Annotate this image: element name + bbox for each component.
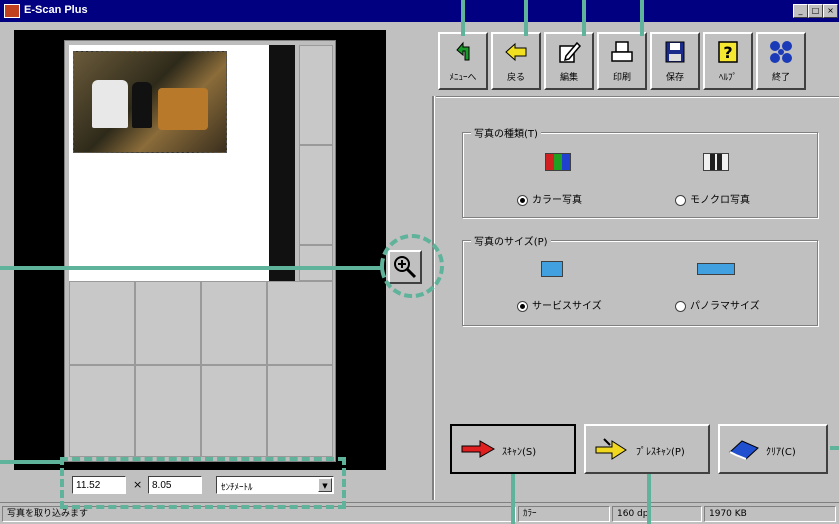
callout-line	[524, 0, 528, 36]
zoom-callout-circle	[380, 234, 444, 298]
divider	[436, 97, 839, 98]
window-title: E-Scan Plus	[24, 4, 88, 16]
photo-size-title: 写真のサイズ(P)	[471, 233, 551, 248]
callout-line	[647, 474, 651, 524]
color-photo-icon	[545, 153, 571, 171]
prescan-label: ﾌﾟﾚｽｷｬﾝ(P)	[636, 447, 685, 458]
grid-cell	[135, 281, 201, 365]
grid-cell	[299, 145, 333, 245]
toolbar-label: ﾒﾆｭｰへ	[449, 73, 477, 83]
title-bar[interactable]: E-Scan Plus _ □ ×	[0, 0, 839, 22]
menu-return-button[interactable]: ﾒﾆｭｰへ	[438, 32, 488, 90]
status-resolution: 160 dpi	[612, 506, 702, 522]
dark-horse-shape	[132, 82, 152, 128]
preview-dark-strip	[269, 45, 295, 281]
photo-type-title: 写真の種類(T)	[471, 125, 541, 140]
service-size-label: サービスサイズ	[532, 301, 602, 312]
photo-type-group: 写真の種類(T) カラー写真 モノクロ写真	[462, 125, 818, 218]
service-size-icon	[541, 261, 563, 277]
radio-selected-icon[interactable]	[517, 194, 528, 206]
panorama-size-option[interactable]: パノラマサイズ	[675, 297, 760, 312]
yellow-arrow-icon	[595, 438, 627, 460]
floppy-disk-icon	[665, 41, 685, 63]
toolbar-label: 終了	[771, 73, 790, 83]
toolbar-label: 編集	[559, 73, 578, 83]
service-size-option[interactable]: サービスサイズ	[517, 297, 602, 312]
scanner-window: E-Scan Plus _ □ × 11.52 × 8.05 ｾﾝﾁﾒｰﾄﾙ ▼…	[0, 0, 839, 524]
eraser-icon	[729, 440, 759, 460]
red-arrow-icon	[461, 440, 496, 458]
toolbar-label: 戻る	[506, 73, 525, 83]
minimize-button[interactable]: _	[793, 4, 808, 18]
color-photo-option[interactable]: カラー写真	[517, 191, 582, 206]
scan-preview-area[interactable]	[14, 30, 386, 470]
panorama-size-icon	[697, 263, 735, 275]
radio-selected-icon[interactable]	[517, 300, 528, 312]
grid-cell	[299, 45, 333, 145]
edit-button[interactable]: 編集	[544, 32, 594, 90]
grid-cell	[69, 281, 135, 365]
svg-text:?: ?	[723, 43, 732, 62]
status-file-size: 1970 KB	[704, 506, 836, 522]
callout-line	[511, 474, 515, 524]
printer-icon	[611, 41, 633, 62]
radio-unselected-icon[interactable]	[675, 194, 686, 206]
white-horse-shape	[92, 80, 128, 128]
print-button[interactable]: 印刷	[597, 32, 647, 90]
callout-line	[830, 446, 839, 450]
scan-button[interactable]: ｽｷｬﾝ(S)	[450, 424, 576, 474]
monochrome-photo-label: モノクロ写真	[690, 195, 750, 206]
edit-pen-icon	[559, 41, 581, 63]
grid-cell	[299, 245, 333, 281]
callout-line	[582, 0, 586, 36]
close-button[interactable]: ×	[823, 4, 838, 18]
carriage-shape	[158, 88, 208, 130]
scan-sheet	[64, 40, 336, 462]
app-icon	[4, 4, 20, 18]
grid-cell	[267, 281, 333, 365]
exit-button[interactable]: 終了	[756, 32, 806, 90]
clear-button[interactable]: ｸﾘｱ(C)	[718, 424, 828, 474]
grid-cell	[267, 365, 333, 457]
exit-icon	[770, 41, 792, 63]
save-button[interactable]: 保存	[650, 32, 700, 90]
callout-line	[0, 460, 62, 464]
prescan-button[interactable]: ﾌﾟﾚｽｷｬﾝ(P)	[584, 424, 710, 474]
monochrome-photo-option[interactable]: モノクロ写真	[675, 191, 750, 206]
back-arrow-icon	[505, 42, 527, 62]
radio-unselected-icon[interactable]	[675, 300, 686, 312]
callout-line	[461, 0, 465, 36]
grid-cell	[201, 281, 267, 365]
grid-cell	[201, 365, 267, 457]
preview-image-area	[69, 45, 269, 281]
toolbar-label: ﾍﾙﾌﾟ	[718, 73, 737, 83]
grid-cell	[69, 365, 135, 457]
toolbar-label: 保存	[665, 73, 684, 83]
maximize-button[interactable]: □	[808, 4, 823, 18]
help-question-icon: ?	[718, 41, 738, 63]
dimension-callout-box	[60, 457, 346, 509]
panorama-size-label: パノラマサイズ	[690, 301, 760, 312]
toolbar: ﾒﾆｭｰへ 戻る 編集 印刷 保存 ? ﾍﾙﾌﾟ 終了	[438, 32, 839, 92]
panel-separator	[432, 96, 435, 500]
toolbar-label: 印刷	[612, 73, 631, 83]
color-photo-label: カラー写真	[532, 195, 582, 206]
help-button[interactable]: ? ﾍﾙﾌﾟ	[703, 32, 753, 90]
photo-preview-thumbnail[interactable]	[73, 51, 227, 153]
clear-label: ｸﾘｱ(C)	[766, 447, 796, 458]
callout-line	[640, 0, 644, 36]
grid-cell	[135, 365, 201, 457]
photo-size-group: 写真のサイズ(P) サービスサイズ パノラマサイズ	[462, 233, 818, 326]
back-button[interactable]: 戻る	[491, 32, 541, 90]
scan-label: ｽｷｬﾝ(S)	[502, 447, 537, 458]
menu-return-arrow-icon	[456, 41, 470, 61]
monochrome-photo-icon	[703, 153, 729, 171]
status-color-mode: ｶﾗｰ	[518, 506, 610, 522]
callout-line	[0, 266, 384, 270]
